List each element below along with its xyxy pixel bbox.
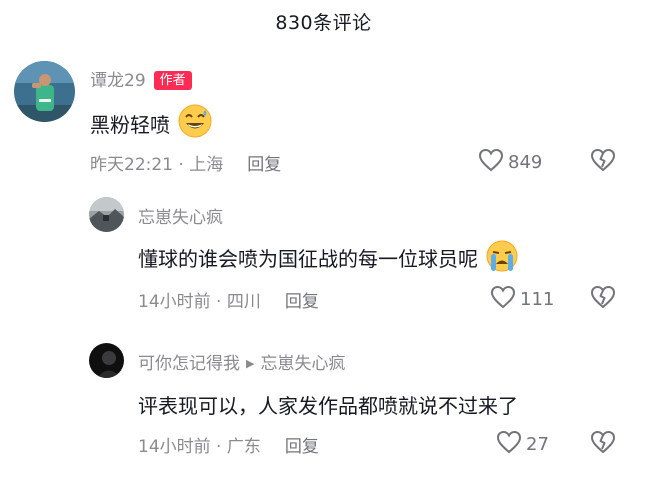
avatar-reply-1[interactable] bbox=[89, 197, 124, 232]
comment-text: 黑粉轻喷 bbox=[90, 113, 170, 137]
comment-1-text-row: 黑粉轻喷 bbox=[90, 104, 212, 143]
comment-author-name[interactable]: 谭龙29 bbox=[90, 71, 146, 91]
comment-location: 上海 bbox=[189, 155, 224, 175]
comment-1-meta: 昨天22:21 · 上海 回复 bbox=[90, 150, 281, 175]
reply-button[interactable]: 回复 bbox=[285, 437, 319, 457]
dislike-button[interactable] bbox=[590, 148, 616, 176]
dislike-button[interactable] bbox=[590, 285, 616, 313]
reply-button[interactable]: 回复 bbox=[247, 155, 281, 175]
comment-1-header: 谭龙29 作者 bbox=[90, 66, 192, 91]
like-count: 849 bbox=[508, 152, 543, 173]
heart-outline-icon bbox=[478, 148, 504, 177]
comment-3-meta: 14小时前 · 广东 回复 bbox=[138, 432, 319, 457]
heart-outline-icon bbox=[490, 285, 516, 314]
reply-arrow-icon: ▶ bbox=[246, 357, 255, 370]
comment-time: 昨天22:21 bbox=[90, 155, 173, 175]
broken-heart-icon bbox=[590, 286, 616, 313]
like-button[interactable]: 27 bbox=[496, 430, 549, 459]
broken-heart-icon bbox=[590, 149, 616, 176]
comment-2-meta: 14小时前 · 四川 回复 bbox=[138, 287, 319, 312]
comments-count-title: 830条评论 bbox=[275, 12, 372, 34]
comment-text: 评表现可以，人家发作品都喷就说不过来了 bbox=[138, 394, 518, 418]
like-button[interactable]: 111 bbox=[490, 285, 554, 314]
comment-2-text-row: 懂球的谁会喷为国征战的每一位球员呢 bbox=[138, 240, 518, 277]
comment-3-header: 可你怎记得我 ▶ 忘崽失心疯 bbox=[138, 349, 345, 374]
comment-time: 14小时前 bbox=[138, 437, 211, 457]
comment-location: 四川 bbox=[226, 292, 261, 312]
reply-target-name[interactable]: 忘崽失心疯 bbox=[260, 354, 345, 374]
meta-separator: · bbox=[210, 437, 227, 457]
broken-heart-icon bbox=[590, 431, 616, 458]
comment-time: 14小时前 bbox=[138, 292, 211, 312]
meta-separator: · bbox=[210, 292, 227, 312]
author-badge: 作者 bbox=[153, 71, 192, 90]
avatar-reply-2[interactable] bbox=[89, 343, 124, 378]
reply-button[interactable]: 回复 bbox=[285, 292, 319, 312]
heart-outline-icon bbox=[496, 430, 522, 459]
comment-location: 广东 bbox=[226, 437, 261, 457]
comment-text: 懂球的谁会喷为国征战的每一位球员呢 bbox=[138, 247, 478, 271]
like-count: 27 bbox=[526, 434, 549, 455]
like-count: 111 bbox=[520, 289, 555, 310]
meta-separator: · bbox=[173, 155, 190, 175]
comment-author-name[interactable]: 忘崽失心疯 bbox=[138, 203, 223, 228]
like-button[interactable]: 849 bbox=[478, 148, 542, 177]
dislike-button[interactable] bbox=[590, 430, 616, 458]
comment-author-name[interactable]: 可你怎记得我 bbox=[138, 354, 240, 374]
avatar-author[interactable] bbox=[14, 61, 75, 122]
grin-sweat-emoji bbox=[178, 104, 212, 143]
loudly-crying-emoji bbox=[486, 240, 518, 277]
